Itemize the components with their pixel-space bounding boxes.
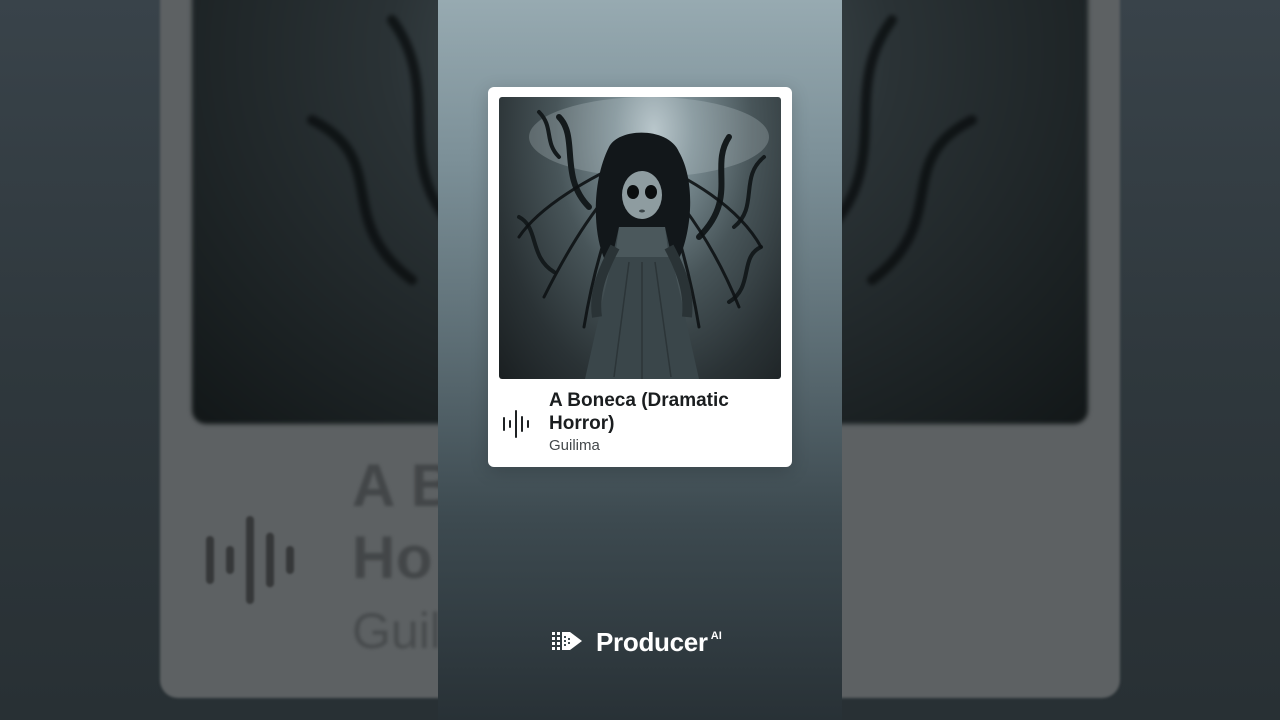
producer-brand: Producer AI <box>552 626 722 658</box>
song-title-line1: A Boneca (Dramatic <box>549 390 729 411</box>
song-title[interactable]: A Boneca (Dramatic Horror) <box>549 389 779 435</box>
brand-superscript: AI <box>710 630 722 642</box>
audio-waveform-icon <box>503 410 529 438</box>
phone-frame: A Boneca (Dramatic Horror) Guilima Produ… <box>438 0 842 720</box>
background-waveform-icon <box>206 516 294 604</box>
cover-art <box>499 97 781 379</box>
background-artist: Guil <box>352 603 441 659</box>
brand-name: Producer <box>596 626 708 657</box>
video-frame: A B atic Ho Guil <box>0 0 1280 720</box>
song-card[interactable]: A Boneca (Dramatic Horror) Guilima <box>488 87 792 467</box>
song-artist[interactable]: Guilima <box>549 437 600 454</box>
song-title-line2: Horror) <box>549 413 615 434</box>
producer-logo-icon <box>552 632 582 650</box>
doll-illustration <box>517 97 769 379</box>
